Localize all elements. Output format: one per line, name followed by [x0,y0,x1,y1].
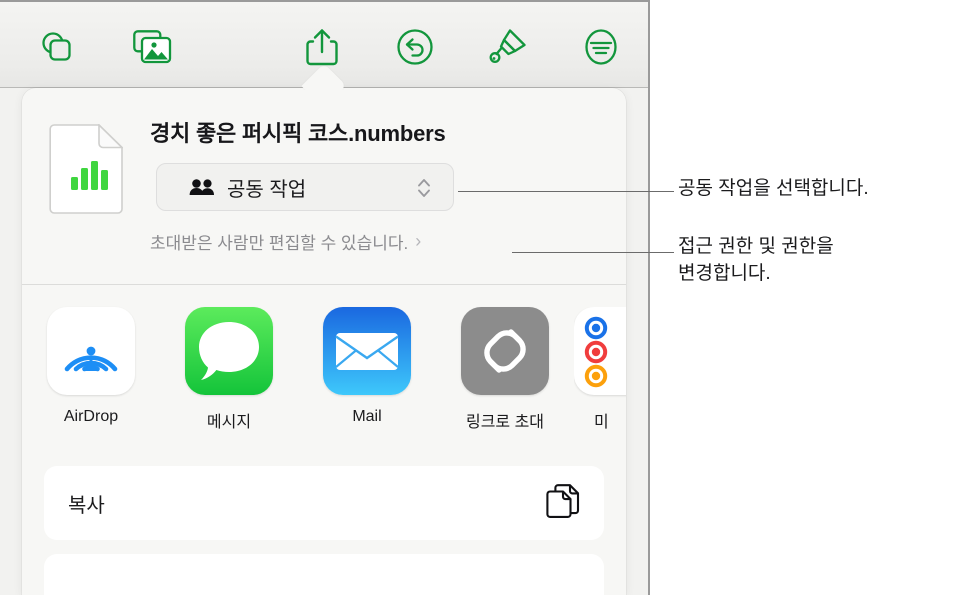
callout-leader-line [512,252,674,253]
airdrop-icon [47,307,135,395]
insert-shape-icon[interactable] [26,20,88,74]
popover-pointer [298,62,350,90]
collaboration-mode-label: 공동 작업 [227,178,307,201]
share-targets-row: AirDrop 메시지 Mail 링크로 초대 미 [22,285,626,450]
reminders-icon [574,307,626,395]
duplicate-documents-icon [546,483,580,524]
share-target-label: Mail [352,408,382,425]
insert-media-icon[interactable] [122,20,184,74]
callout-leader-line [458,191,674,192]
numbers-app-pane: 경치 좋은 퍼시픽 코스.numbers 공동 작업 초대받은 사람만 편집할 … [0,0,650,595]
share-target-reminders[interactable]: 미 [574,307,626,432]
numbers-document-icon [49,123,124,214]
messages-icon [185,307,273,395]
two-people-icon [189,178,215,196]
share-target-label: 메시지 [206,414,252,431]
callout-permissions: 접근 권한 및 권한을 변경합니다. [678,236,834,284]
share-target-messages[interactable]: 메시지 [160,307,298,432]
format-brush-icon[interactable] [477,20,539,74]
screenshot-root: 경치 좋은 퍼시픽 코스.numbers 공동 작업 초대받은 사람만 편집할 … [0,0,953,595]
share-target-label: AirDrop [63,408,119,425]
mail-icon [323,307,411,395]
link-icon [461,307,549,395]
share-target-airdrop[interactable]: AirDrop [22,307,160,426]
collaboration-mode-select[interactable]: 공동 작업 [156,163,454,211]
copy-action-label: 복사 [68,494,105,517]
share-popover: 경치 좋은 퍼시픽 코스.numbers 공동 작업 초대받은 사람만 편집할 … [22,88,626,595]
share-target-mail[interactable]: Mail [298,307,436,426]
chevron-right-icon: › [415,231,422,251]
permission-row[interactable]: 초대받은 사람만 편집할 수 있습니다. › [22,216,626,266]
permission-text: 초대받은 사람만 편집할 수 있습니다. [150,233,409,253]
share-target-label: 미 [594,414,609,431]
callout-collaboration: 공동 작업을 선택합니다. [678,178,869,199]
popover-header: 경치 좋은 퍼시픽 코스.numbers 공동 작업 초대받은 사람만 편집할 … [22,88,626,283]
document-title: 경치 좋은 퍼시픽 코스.numbers [150,121,446,146]
chevron-up-down-icon [417,176,431,200]
document-options-icon[interactable] [570,20,632,74]
share-target-copy-link[interactable]: 링크로 초대 [436,307,574,432]
undo-icon[interactable] [384,20,446,74]
share-target-label: 링크로 초대 [465,414,545,431]
copy-action-row[interactable]: 복사 [44,466,604,540]
next-action-row[interactable] [44,554,604,595]
